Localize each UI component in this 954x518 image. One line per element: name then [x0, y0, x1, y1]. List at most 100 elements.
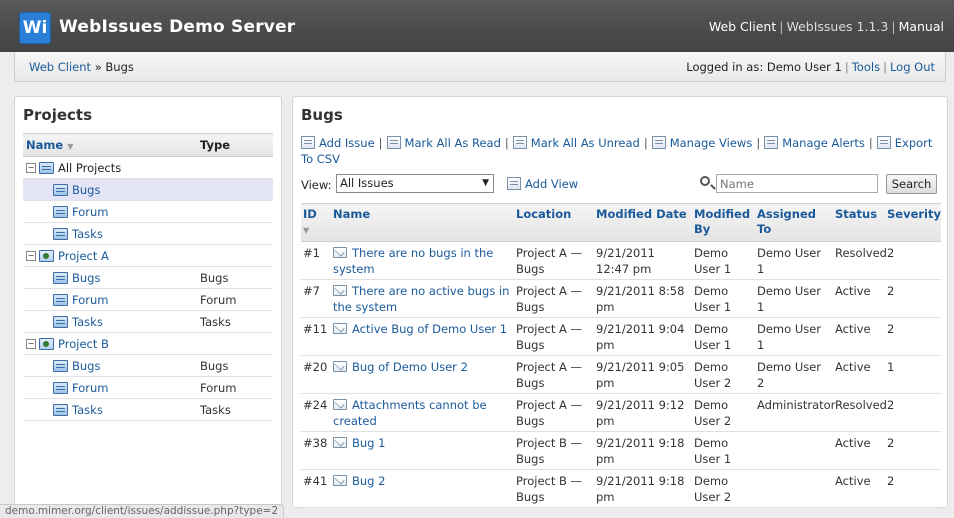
- column-header-label[interactable]: Location: [516, 207, 571, 221]
- project-tree-label[interactable]: Tasks: [72, 403, 103, 417]
- issue-location-cell: Project A — Bugs: [514, 279, 594, 318]
- project-tree-row[interactable]: Bugs Bugs: [23, 354, 273, 377]
- toolbar-action-link[interactable]: Mark All As Unread: [531, 136, 640, 150]
- issue-name-link[interactable]: There are no bugs in the system: [333, 246, 493, 276]
- issue-severity-cell: 2: [885, 317, 941, 356]
- view-label: View:: [301, 178, 332, 192]
- toolbar-separator: |: [643, 136, 648, 150]
- column-header-label[interactable]: Severity: [887, 207, 941, 221]
- project-tree-row[interactable]: Forum Forum: [23, 288, 273, 311]
- issue-name-link[interactable]: Attachments cannot be created: [333, 398, 487, 428]
- column-header[interactable]: Severity: [885, 203, 941, 242]
- web-client-link[interactable]: Web Client: [709, 19, 776, 34]
- collapse-icon[interactable]: −: [26, 251, 36, 261]
- project-tree-label[interactable]: Bugs: [72, 271, 100, 285]
- project-type-cell: Forum: [197, 288, 273, 311]
- issue-location-cell: Project A — Bugs: [514, 355, 594, 394]
- issue-id-cell: #20: [301, 355, 331, 394]
- project-tree-label[interactable]: Tasks: [72, 227, 103, 241]
- toolbar-action-link[interactable]: Add Issue: [319, 136, 375, 150]
- tools-link[interactable]: Tools: [852, 60, 880, 74]
- issue-modified-date-cell: 9/21/2011 9:05 pm: [594, 355, 692, 394]
- issue-location-cell: Project B — Bugs: [514, 469, 594, 508]
- column-name-header[interactable]: Name ▼: [23, 133, 197, 157]
- column-header[interactable]: Modified Date: [594, 203, 692, 242]
- project-tree-row[interactable]: Tasks: [23, 222, 273, 245]
- project-tree-row[interactable]: − All Projects: [23, 156, 273, 179]
- project-tree-label[interactable]: Project A: [58, 249, 109, 263]
- project-tree-row[interactable]: Forum: [23, 200, 273, 223]
- project-tree-label[interactable]: Forum: [72, 381, 108, 395]
- toolbar-action-link[interactable]: Mark All As Read: [405, 136, 501, 150]
- project-tree-row[interactable]: Bugs Bugs: [23, 266, 273, 289]
- issue-row[interactable]: #41 Bug 2 Project B — Bugs 9/21/2011 9:18 p…: [301, 469, 941, 508]
- search-input[interactable]: [716, 174, 878, 193]
- project-tree-row[interactable]: Tasks Tasks: [23, 398, 273, 421]
- column-header[interactable]: Status: [833, 203, 885, 242]
- issue-name-link[interactable]: There are no active bugs in the system: [333, 284, 509, 314]
- project-type-cell: [197, 178, 273, 201]
- project-tree-cell: Tasks: [23, 398, 197, 421]
- view-row: View: All Issues ▼ Add View Search: [301, 174, 941, 196]
- project-tree-label[interactable]: Forum: [72, 205, 108, 219]
- column-header[interactable]: ID ▼: [301, 203, 331, 242]
- project-tree-row[interactable]: − Project A: [23, 244, 273, 267]
- logout-link[interactable]: Log Out: [890, 60, 935, 74]
- project-tree-row[interactable]: − Project B: [23, 332, 273, 355]
- project-tree-label[interactable]: Bugs: [72, 359, 100, 373]
- toolbar-separator: |: [378, 136, 383, 150]
- column-header-label[interactable]: Modified Date: [596, 207, 687, 221]
- issue-name-link[interactable]: Bug of Demo User 2: [352, 360, 468, 374]
- column-header-label[interactable]: ID: [303, 207, 317, 221]
- column-header-label[interactable]: Name: [333, 207, 370, 221]
- toolbar-action-link[interactable]: Manage Views: [670, 136, 753, 150]
- search-button[interactable]: Search: [886, 174, 937, 194]
- add-view-link[interactable]: Add View: [507, 177, 578, 191]
- column-header[interactable]: Location: [514, 203, 594, 242]
- column-name-label[interactable]: Name: [26, 138, 63, 152]
- folder-icon: [53, 184, 68, 196]
- project-tree-row[interactable]: Forum Forum: [23, 376, 273, 399]
- issue-assigned-to-cell: Demo User 1: [755, 317, 833, 356]
- manual-link[interactable]: Manual: [899, 19, 944, 34]
- collapse-icon[interactable]: −: [26, 163, 36, 173]
- column-header[interactable]: Modified By: [692, 203, 755, 242]
- column-header-label[interactable]: Assigned To: [757, 207, 816, 236]
- issue-row[interactable]: #38 Bug 1 Project B — Bugs 9/21/2011 9:18 p…: [301, 431, 941, 470]
- issue-name-link[interactable]: Bug 1: [352, 436, 385, 450]
- column-header[interactable]: Name: [331, 203, 514, 242]
- webissues-version-link[interactable]: WebIssues 1.1.3: [786, 19, 888, 34]
- add-view-label[interactable]: Add View: [525, 177, 578, 191]
- toolbar-action-link[interactable]: Manage Alerts: [782, 136, 865, 150]
- project-tree-row[interactable]: Bugs: [23, 178, 273, 201]
- issue-name-link[interactable]: Bug 2: [352, 474, 385, 488]
- issue-name-link[interactable]: Active Bug of Demo User 1: [352, 322, 507, 336]
- column-header-label[interactable]: Status: [835, 207, 877, 221]
- collapse-icon[interactable]: −: [26, 339, 36, 349]
- projects-panel: Projects Name ▼ Type − All Projects Bugs Fo…: [14, 96, 282, 508]
- project-tree-label[interactable]: Forum: [72, 293, 108, 307]
- issue-row[interactable]: #20 Bug of Demo User 2 Project A — Bugs 9/2…: [301, 355, 941, 394]
- column-header-label[interactable]: Modified By: [694, 207, 750, 236]
- project-tree-label[interactable]: Tasks: [72, 315, 103, 329]
- issue-read-icon: [333, 437, 347, 448]
- issue-row[interactable]: #24 Attachments cannot be created Project …: [301, 393, 941, 432]
- issue-status-cell: Active: [833, 317, 885, 356]
- project-tree-cell: Bugs: [23, 266, 197, 289]
- breadcrumb-web-client[interactable]: Web Client: [29, 60, 91, 74]
- view-select[interactable]: All Issues ▼: [336, 174, 494, 193]
- issue-row[interactable]: #1 There are no bugs in the system Project…: [301, 241, 941, 280]
- webissues-logo: Wi: [19, 12, 51, 44]
- issue-row[interactable]: #7 There are no active bugs in the system…: [301, 279, 941, 318]
- folder-icon: [53, 294, 68, 306]
- column-type-header: Type: [197, 133, 273, 157]
- bugs-toolbar: Add Issue | Mark All As Read | Mark All As U…: [301, 135, 937, 167]
- project-tree-row[interactable]: Tasks Tasks: [23, 310, 273, 333]
- column-header[interactable]: Assigned To: [755, 203, 833, 242]
- project-tree-cell: − Project B: [23, 332, 197, 355]
- project-tree-cell: Tasks: [23, 222, 197, 245]
- project-tree-label[interactable]: Bugs: [72, 183, 100, 197]
- project-tree-label[interactable]: Project B: [58, 337, 109, 351]
- folder-icon: [53, 360, 68, 372]
- issue-row[interactable]: #11 Active Bug of Demo User 1 Project A — …: [301, 317, 941, 356]
